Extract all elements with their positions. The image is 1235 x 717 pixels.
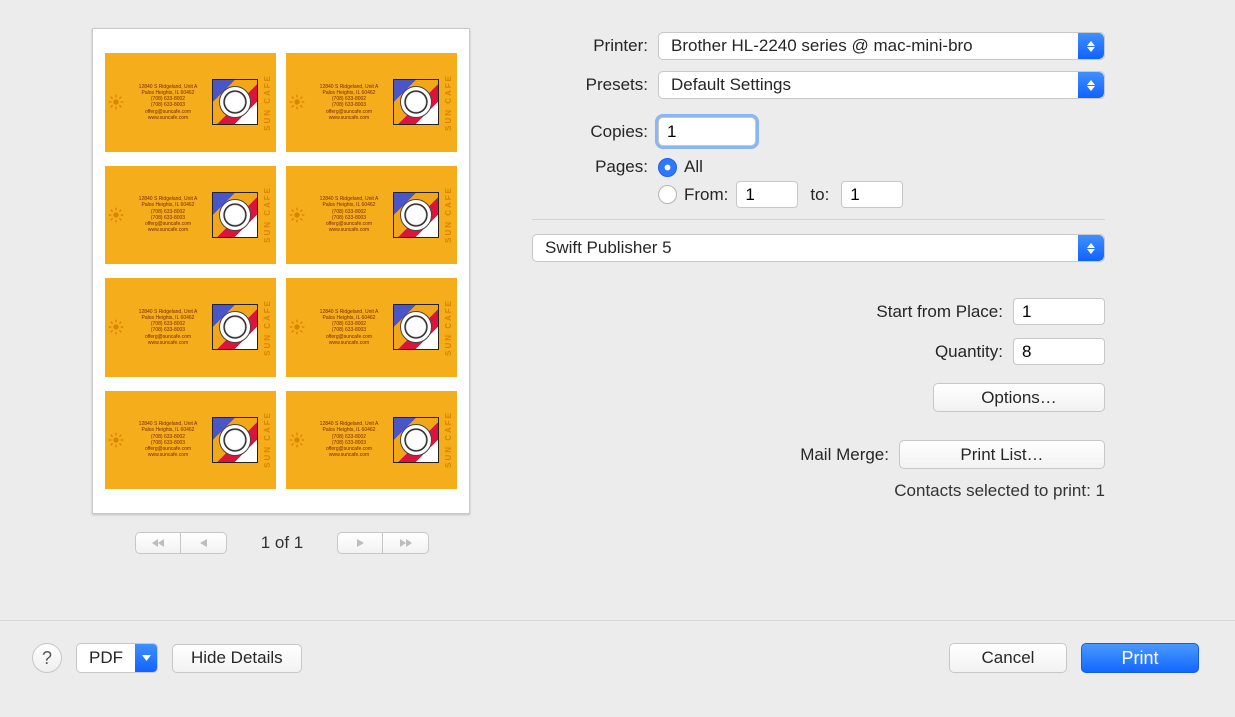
chevron-down-icon [135,644,157,672]
preview-card: 12840 S Ridgeland, Unit APalos Heights, … [105,166,276,265]
quantity-label: Quantity: [935,342,1013,362]
last-page-button[interactable] [383,532,429,554]
preview-card: 12840 S Ridgeland, Unit A Palos Heights,… [105,53,276,152]
print-list-button[interactable]: Print List… [899,440,1105,469]
app-panel-value: Swift Publisher 5 [545,238,672,258]
contacts-note: Contacts selected to print: 1 [532,481,1105,501]
next-page-button[interactable] [337,532,383,554]
start-place-label: Start from Place: [876,302,1013,322]
presets-select[interactable]: Default Settings [658,71,1105,99]
preview-card: 12840 S Ridgeland, Unit APalos Heights, … [286,278,457,377]
copies-input[interactable] [658,117,756,146]
hide-details-button[interactable]: Hide Details [172,644,302,673]
prev-page-button[interactable] [181,532,227,554]
printer-select[interactable]: Brother HL-2240 series @ mac-mini-bro [658,32,1105,60]
pages-to-label: to: [810,185,829,205]
dropdown-arrows-icon [1078,72,1104,98]
pages-all-label: All [684,157,703,177]
pages-from-label: From: [684,185,728,205]
help-button[interactable]: ? [32,643,62,673]
first-page-button[interactable] [135,532,181,554]
preview-card: 12840 S Ridgeland, Unit APalos Heights, … [286,166,457,265]
card-text: 12840 S Ridgeland, Unit A [128,84,208,90]
preview-column: 12840 S Ridgeland, Unit A Palos Heights,… [92,28,472,620]
pages-all-radio[interactable] [658,158,677,177]
mail-merge-label: Mail Merge: [800,445,899,465]
dropdown-arrows-icon [1078,235,1104,261]
dropdown-arrows-icon [1078,33,1104,59]
options-button[interactable]: Options… [933,383,1105,412]
start-place-input[interactable] [1013,298,1105,325]
help-icon: ? [42,648,52,669]
preview-card: 12840 S Ridgeland, Unit APalos Heights, … [105,391,276,490]
preview-card: 12840 S Ridgeland, Unit APalos Heights, … [105,278,276,377]
settings-column: Printer: Brother HL-2240 series @ mac-mi… [532,28,1105,620]
pages-from-input[interactable] [736,181,798,208]
pdf-label: PDF [77,648,135,668]
app-panel-select[interactable]: Swift Publisher 5 [532,234,1105,262]
print-button[interactable]: Print [1081,643,1199,673]
card-text: www.suncafe.com [128,115,208,121]
cancel-button[interactable]: Cancel [949,643,1067,673]
quantity-input[interactable] [1013,338,1105,365]
presets-value: Default Settings [671,75,791,95]
preview-card: 12840 S Ridgeland, Unit APalos Heights, … [286,391,457,490]
pages-to-input[interactable] [841,181,903,208]
dialog-footer: ? PDF Hide Details Cancel Print [0,621,1235,673]
page-indicator: 1 of 1 [261,533,304,553]
pdf-menu-button[interactable]: PDF [76,643,158,673]
presets-label: Presets: [532,75,658,95]
printer-value: Brother HL-2240 series @ mac-mini-bro [671,36,973,56]
page-preview: 12840 S Ridgeland, Unit A Palos Heights,… [92,28,470,514]
card-tag: SUN CAFE [262,74,273,131]
preview-card: 12840 S Ridgeland, Unit APalos Heights, … [286,53,457,152]
separator [532,219,1105,220]
printer-label: Printer: [532,36,658,56]
copies-label: Copies: [532,122,658,142]
print-dialog: 12840 S Ridgeland, Unit A Palos Heights,… [0,0,1235,717]
pages-range-radio[interactable] [658,185,677,204]
pages-label: Pages: [532,157,658,177]
preview-pager: 1 of 1 [92,532,472,554]
